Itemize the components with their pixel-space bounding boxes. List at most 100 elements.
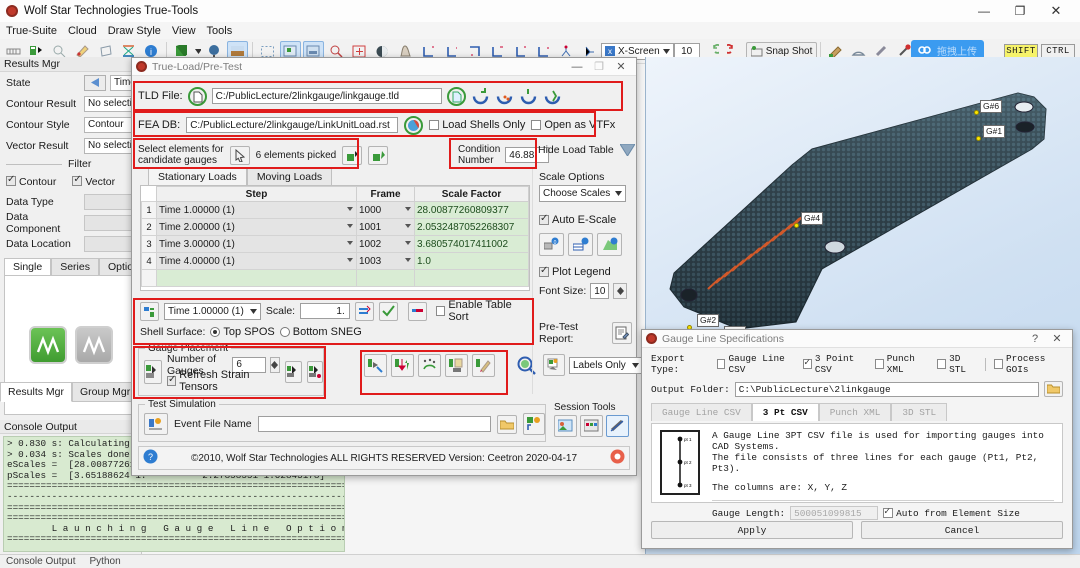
dialog-minimize-button[interactable]: — <box>566 61 588 73</box>
font-size-stepper[interactable] <box>613 283 628 299</box>
gauge-tool-view-button[interactable] <box>364 354 387 377</box>
process-gois-checkbox[interactable]: Process GOIs <box>994 353 1063 375</box>
fea-db-browse-icon[interactable] <box>404 115 424 135</box>
add-elements-button[interactable] <box>342 145 363 165</box>
apply-button[interactable]: Apply <box>651 521 853 539</box>
load-table-container[interactable]: Step Frame Scale Factor 1 Time 1.00000 (1… <box>140 185 530 291</box>
row-scale-factor[interactable]: 2.0532487052268307 <box>414 218 529 236</box>
tab-series[interactable]: Series <box>51 258 99 275</box>
reload-points-icon[interactable] <box>495 87 514 106</box>
plot-legend-checkbox[interactable]: Plot Legend <box>539 265 632 278</box>
gauge-dot-6[interactable] <box>974 110 979 115</box>
contour-result-value[interactable]: No selection <box>84 95 137 112</box>
sync-icon[interactable] <box>543 87 562 106</box>
export-3d-stl-checkbox[interactable]: 3D STL <box>937 353 977 375</box>
auto-from-element-size-checkbox[interactable]: Auto from Element Size <box>883 506 1020 519</box>
row-frame[interactable]: 1001 <box>356 218 415 236</box>
status-tab-console[interactable]: Console Output <box>6 556 76 567</box>
row-frame[interactable]: 1000 <box>356 201 415 219</box>
tld-open-icon[interactable] <box>187 86 207 106</box>
tab-gauge-line-csv[interactable]: Gauge Line CSV <box>651 403 752 421</box>
table-row[interactable]: 4 Time 4.00000 (1) 1003 1.0 <box>141 252 529 270</box>
export-gauge-line-csv-checkbox[interactable]: Gauge Line CSV <box>716 353 795 375</box>
gauge-action-b-button[interactable] <box>306 361 323 383</box>
scale-input[interactable]: 1. <box>300 303 350 319</box>
row-step[interactable]: Time 2.00000 (1) <box>156 218 357 236</box>
status-tab-python[interactable]: Python <box>90 556 121 567</box>
table-row[interactable]: 2 Time 2.00000 (1) 1001 2.0532487052268307 <box>141 218 529 236</box>
tab-single[interactable]: Single <box>4 258 52 275</box>
close-button[interactable]: ✕ <box>1038 0 1074 22</box>
choose-scales-combo[interactable]: Choose Scales <box>539 185 626 202</box>
gauge-dialog-close-button[interactable]: ✕ <box>1046 332 1068 345</box>
pick-elements-button[interactable] <box>229 145 250 165</box>
auto-escale-checkbox[interactable]: Auto E-Scale <box>539 213 632 226</box>
escale-legend-button[interactable] <box>597 233 622 256</box>
gauge-label-6[interactable]: G#6 <box>980 100 1003 113</box>
gauge-dot-4[interactable] <box>794 223 799 228</box>
reload-icon[interactable] <box>471 87 490 106</box>
plot-wave-button[interactable] <box>28 326 67 364</box>
tab-3d-stl[interactable]: 3D STL <box>891 403 948 421</box>
gauge-label-4[interactable]: G#4 <box>801 212 824 225</box>
shell-top-radio[interactable]: Top SPOS <box>210 326 275 338</box>
vector-checkbox[interactable]: Vector <box>72 174 115 188</box>
gauge-tool-scatter-button[interactable] <box>418 354 441 377</box>
shell-bottom-radio[interactable]: Bottom SNEG <box>279 326 362 338</box>
gauge-dialog-help-button[interactable]: ? <box>1024 333 1046 345</box>
state-prev-button[interactable] <box>84 74 106 91</box>
fea-db-input[interactable]: C:/PublicLecture/2linkgauge/LinkUnitLoad… <box>186 117 399 133</box>
bottab-group-mgr[interactable]: Group Mgr <box>72 382 139 402</box>
tab-3-pt-csv[interactable]: 3 Pt CSV <box>751 403 819 421</box>
output-folder-browse-button[interactable] <box>1044 381 1063 397</box>
run-test-sim-button[interactable] <box>144 413 168 435</box>
session-save-button[interactable] <box>554 415 577 437</box>
gauge-tool-edit-button[interactable] <box>472 354 495 377</box>
data-type-value[interactable] <box>84 193 137 210</box>
help-icon[interactable]: ? <box>143 449 158 467</box>
apply-state-button[interactable] <box>140 301 160 321</box>
session-animate-button[interactable] <box>580 415 603 437</box>
tld-save-icon[interactable] <box>446 86 466 106</box>
row-frame[interactable]: 1002 <box>356 235 415 253</box>
row-scale-factor[interactable]: 28.00877260809377 <box>414 201 529 219</box>
tld-file-input[interactable]: C:/PublicLecture/2linkgauge/linkgauge.tl… <box>211 88 442 104</box>
event-file-load-button[interactable] <box>523 413 545 435</box>
contour-checkbox[interactable]: Contour <box>6 174 56 188</box>
enable-table-sort-checkbox[interactable]: Enable Table Sort <box>435 299 530 323</box>
data-component-value[interactable] <box>84 214 137 231</box>
row-frame[interactable]: 1003 <box>356 252 415 270</box>
cancel-button[interactable]: Cancel <box>861 521 1063 539</box>
reload-alt-icon[interactable] <box>519 87 538 106</box>
session-clear-button[interactable] <box>606 415 629 437</box>
menu-item-tools[interactable]: Tools <box>207 25 233 37</box>
data-location-value[interactable] <box>84 235 137 252</box>
minimize-button[interactable]: — <box>966 0 1002 22</box>
refresh-strain-checkbox[interactable]: Refresh Strain Tensors <box>167 369 280 393</box>
dialog-maximize-button[interactable]: ❐ <box>588 60 610 73</box>
gauge-dot-1[interactable] <box>976 136 981 141</box>
menu-item-draw-style[interactable]: Draw Style <box>108 25 161 37</box>
row-step[interactable]: Time 3.00000 (1) <box>156 235 357 253</box>
font-size-input[interactable]: 10 <box>590 283 610 299</box>
support-icon[interactable] <box>610 449 625 467</box>
gauge-action-a-button[interactable] <box>285 361 302 383</box>
output-folder-input[interactable]: C:\PublicLecture\2linkgauge <box>734 381 1039 397</box>
open-as-vtfx-checkbox[interactable]: Open as VTFx <box>531 119 615 131</box>
gauge-tool-import-button[interactable] <box>391 354 414 377</box>
scale-reset-icon[interactable] <box>407 301 427 321</box>
gauge-label-2[interactable]: G#2 <box>697 314 720 327</box>
menu-item-cloud[interactable]: Cloud <box>68 25 97 37</box>
tab-punch-xml[interactable]: Punch XML <box>818 403 892 421</box>
row-step[interactable]: Time 4.00000 (1) <box>156 252 357 270</box>
row-step[interactable]: Time 1.00000 (1) <box>156 201 357 219</box>
row-scale-factor[interactable]: 1.0 <box>414 252 529 270</box>
maximize-button[interactable]: ❐ <box>1002 0 1038 22</box>
vector-result-value[interactable]: No selection <box>84 137 137 154</box>
event-file-input[interactable] <box>257 416 491 432</box>
row-scale-factor[interactable]: 3.680574017411002 <box>414 235 529 253</box>
gauge-label-1[interactable]: G#1 <box>983 125 1006 138</box>
scale-apply-icon[interactable] <box>354 301 374 321</box>
load-shells-only-checkbox[interactable]: Load Shells Only <box>429 119 525 131</box>
menu-item-view[interactable]: View <box>172 25 196 37</box>
